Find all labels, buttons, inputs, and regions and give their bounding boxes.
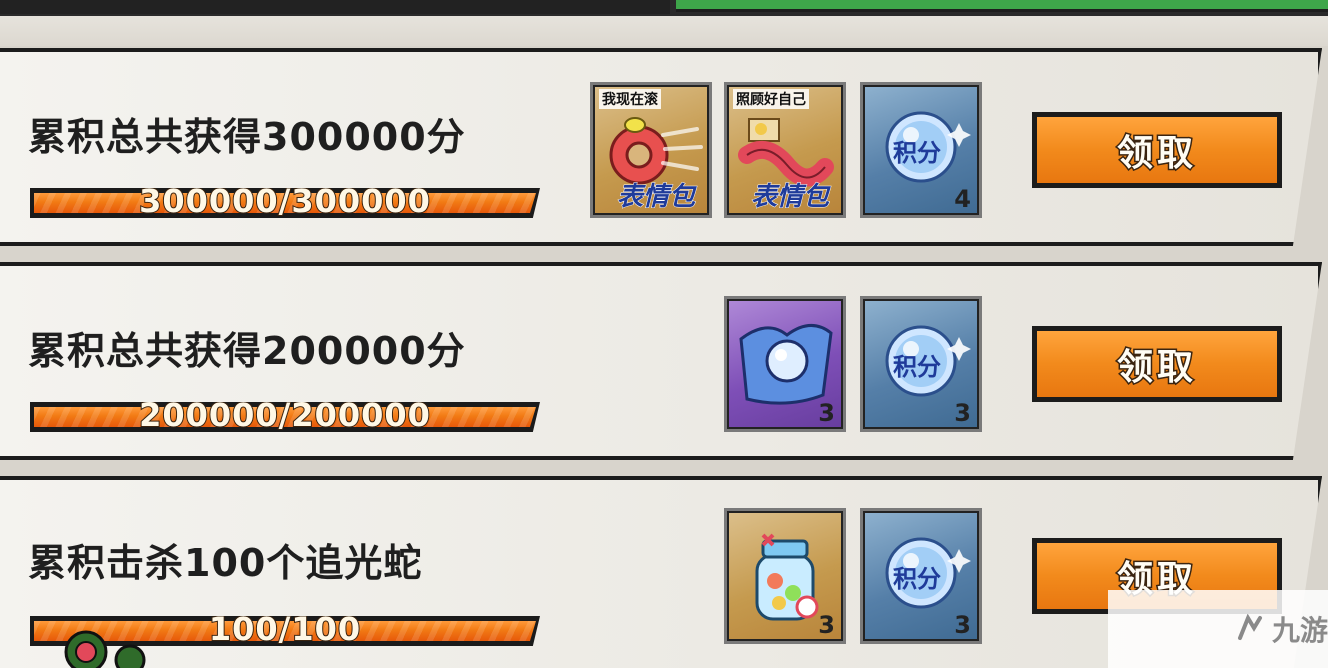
item-stamp: 表情包 [750, 182, 830, 213]
reward-item[interactable]: 我现在滚 表情包 [590, 82, 712, 218]
task-card: 累积总共获得300000分 300000/300000 我现在滚 表情包 照顾好… [0, 48, 1322, 246]
watermark: 九游 [1108, 590, 1328, 668]
item-count: 3 [818, 611, 835, 639]
points-label: 积分 [893, 565, 941, 593]
task-title: 累积击杀100个追光蛇 [28, 541, 423, 585]
reward-item[interactable]: 3 [724, 508, 846, 644]
reward-item[interactable]: 照顾好自己 表情包 [724, 82, 846, 218]
claim-button[interactable]: 领取 [1032, 112, 1282, 188]
claim-button-face[interactable]: 领取 [1037, 117, 1277, 183]
item-count: 3 [954, 399, 971, 427]
progress-text: 200000/200000 [138, 396, 431, 434]
item-count: 3 [954, 611, 971, 639]
reward-item[interactable]: 3 [724, 296, 846, 432]
item-count: 3 [818, 399, 835, 427]
task-title: 累积总共获得200000分 [28, 329, 466, 373]
progress-bar: 300000/300000 [30, 188, 540, 218]
claim-button-face[interactable]: 领取 [1037, 331, 1277, 397]
header-dark-panel [0, 0, 670, 14]
points-label: 积分 [893, 139, 941, 167]
item-count: 4 [954, 185, 971, 213]
jiuyou-logo-icon [1238, 614, 1262, 640]
header-green-tab [676, 0, 1328, 12]
progress-text: 300000/300000 [138, 182, 431, 220]
reward-item[interactable]: 积分 3 [860, 508, 982, 644]
watermark-text: 九游 [1272, 614, 1328, 647]
points-label: 积分 [893, 353, 941, 381]
claim-label: 领取 [1115, 132, 1197, 176]
reward-item[interactable]: 积分 4 [860, 82, 982, 218]
snake-mascot-icon [64, 630, 146, 668]
header-gap [0, 16, 1328, 46]
claim-button[interactable]: 领取 [1032, 326, 1282, 402]
claim-label: 领取 [1115, 346, 1197, 390]
reward-item[interactable]: 积分 3 [860, 296, 982, 432]
task-title: 累积总共获得300000分 [28, 115, 466, 159]
progress-bar: 200000/200000 [30, 402, 540, 432]
task-card: 累积总共获得200000分 200000/200000 3 积分 3 领取 [0, 262, 1322, 460]
item-stamp: 表情包 [616, 182, 696, 213]
